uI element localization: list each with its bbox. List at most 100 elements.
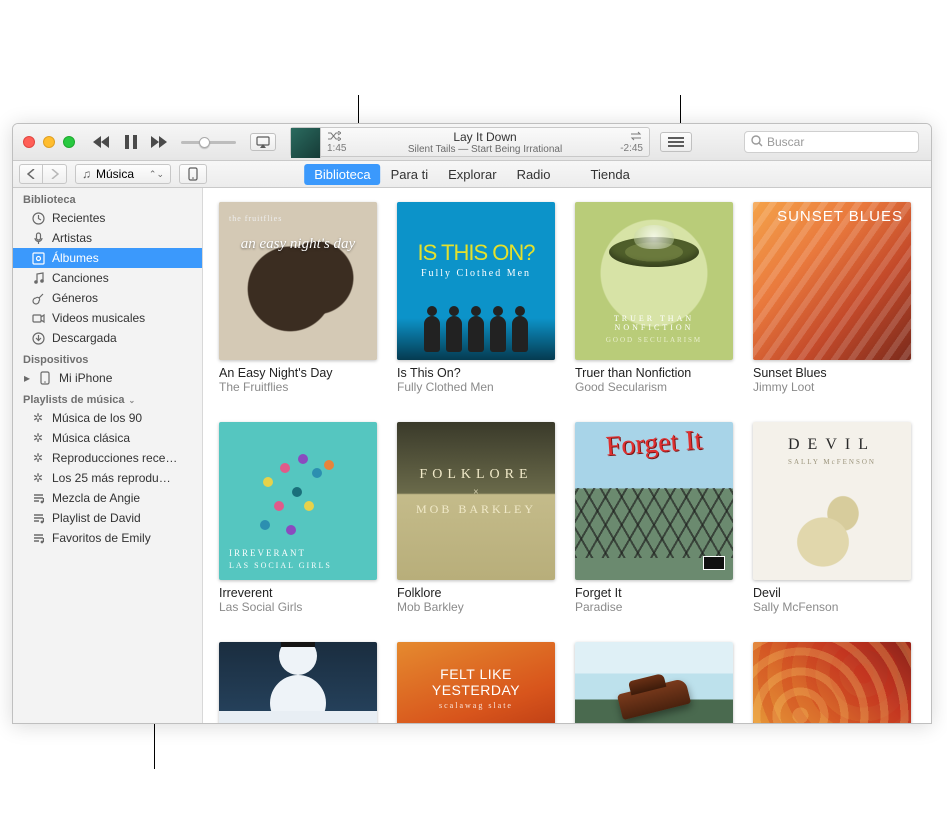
sidebar-item-label: Canciones (52, 271, 192, 285)
sidebar-header-playlists[interactable]: Playlists de música ⌄ (13, 388, 202, 408)
volume-slider[interactable] (181, 141, 236, 144)
album-item[interactable] (753, 642, 911, 723)
sidebar-item-artistas[interactable]: Artistas (13, 228, 202, 248)
forward-button[interactable] (43, 164, 67, 184)
sidebar-item-recientes[interactable]: Recientes (13, 208, 202, 228)
sidebar-item-albumes[interactable]: Álbumes (13, 248, 202, 268)
tab-biblioteca[interactable]: Biblioteca (304, 164, 380, 185)
album-cover[interactable]: DEVIL SALLY McFENSON (753, 422, 911, 580)
search-field[interactable]: Buscar (744, 131, 919, 153)
album-item[interactable] (575, 642, 733, 723)
sidebar-item-label: Mezcla de Angie (52, 491, 192, 505)
album-item[interactable]: the fruitflies an easy night's day An Ea… (219, 202, 377, 394)
now-playing-display[interactable]: Lay It Down Silent Tails — Start Being I… (290, 127, 650, 157)
album-cover[interactable]: IRREVERANT LAS SOCIAL GIRLS (219, 422, 377, 580)
previous-track-button[interactable] (93, 135, 111, 149)
album-item[interactable]: FELT LIKE YESTERDAY scalawag slate (397, 642, 555, 723)
music-icon: ♫ (82, 167, 91, 181)
tab-explorar[interactable]: Explorar (438, 164, 506, 185)
sidebar-item-generos[interactable]: Géneros (13, 288, 202, 308)
album-cover[interactable] (753, 642, 911, 723)
tab-radio[interactable]: Radio (507, 164, 561, 185)
album-item[interactable]: TRUER THAN NONFICTION GOOD SECULARISM Tr… (575, 202, 733, 394)
album-cover[interactable]: TRUER THAN NONFICTION GOOD SECULARISM (575, 202, 733, 360)
sidebar-playlist[interactable]: Favoritos de Emily (13, 528, 202, 548)
disclosure-triangle-icon[interactable]: ▸ (23, 371, 31, 385)
parental-advisory-badge (703, 556, 725, 570)
chevron-updown-icon: ⌃⌄ (149, 169, 164, 180)
album-artist: Jimmy Loot (753, 380, 911, 394)
sidebar-playlist[interactable]: Mezcla de Angie (13, 488, 202, 508)
album-artist: Paradise (575, 600, 733, 614)
playlist-icon (31, 532, 45, 545)
sidebar-item-label: Música clásica (52, 431, 192, 445)
sidebar-playlist[interactable]: ✲ Música de los 90 (13, 408, 202, 428)
sidebar-header-dispositivos: Dispositivos (13, 348, 202, 368)
album-artist: Sally McFenson (753, 600, 911, 614)
album-artist: The Fruitflies (219, 380, 377, 394)
album-item[interactable]: IS THIS ON? Fully Clothed Men Is This On… (397, 202, 555, 394)
album-item[interactable]: HOLIDAY STANDARDS (219, 642, 377, 723)
pause-button[interactable] (125, 135, 137, 149)
playlist-icon (31, 512, 45, 525)
sidebar-item-descargada[interactable]: Descargada (13, 328, 202, 348)
gear-playlist-icon: ✲ (31, 411, 45, 425)
album-cover[interactable]: FOLKLORE × MOB BARKLEY (397, 422, 555, 580)
sidebar-item-label: Descargada (52, 331, 192, 345)
album-title: Sunset Blues (753, 366, 911, 380)
search-placeholder: Buscar (767, 135, 804, 149)
microphone-icon (31, 232, 45, 245)
album-grid[interactable]: the fruitflies an easy night's day An Ea… (203, 188, 931, 723)
album-item[interactable]: FOLKLORE × MOB BARKLEY Folklore Mob Bark… (397, 422, 555, 614)
sidebar-item-label: Géneros (52, 291, 192, 305)
gear-playlist-icon: ✲ (31, 451, 45, 465)
back-button[interactable] (19, 164, 43, 184)
album-cover[interactable]: HOLIDAY STANDARDS (219, 642, 377, 723)
sidebar-item-label: Videos musicales (52, 311, 192, 325)
remaining-time: -2:45 (620, 143, 643, 154)
zoom-window-button[interactable] (63, 136, 75, 148)
album-cover[interactable] (575, 642, 733, 723)
sidebar-playlist[interactable]: ✲Música clásica (13, 428, 202, 448)
tab-para-ti[interactable]: Para ti (381, 164, 439, 185)
album-cover[interactable]: Forget It (575, 422, 733, 580)
window-controls (23, 136, 75, 148)
sidebar-item-videos[interactable]: Videos musicales (13, 308, 202, 328)
minimize-window-button[interactable] (43, 136, 55, 148)
main-tabs: Biblioteca Para ti Explorar Radio Tienda (304, 164, 640, 185)
album-cover[interactable]: IS THIS ON? Fully Clothed Men (397, 202, 555, 360)
sidebar-playlist[interactable]: Playlist de David (13, 508, 202, 528)
media-type-label: Música (96, 167, 134, 181)
album-title: An Easy Night's Day (219, 366, 377, 380)
album-item[interactable]: Forget It Forget It Paradise (575, 422, 733, 614)
album-title: Folklore (397, 586, 555, 600)
album-item[interactable]: IRREVERANT LAS SOCIAL GIRLS Irreverent L… (219, 422, 377, 614)
album-item[interactable]: DEVIL SALLY McFENSON Devil Sally McFenso… (753, 422, 911, 614)
search-icon (751, 135, 763, 150)
sidebar-device-label: Mi iPhone (59, 371, 192, 385)
note-icon (31, 272, 45, 285)
playlist-icon (31, 492, 45, 505)
album-cover[interactable]: FELT LIKE YESTERDAY scalawag slate (397, 642, 555, 723)
tab-tienda[interactable]: Tienda (581, 164, 640, 185)
up-next-button[interactable] (660, 132, 692, 152)
sidebar-playlist[interactable]: ✲Reproducciones rece… (13, 448, 202, 468)
album-item[interactable]: SUNSET BLUES Sunset Blues Jimmy Loot (753, 202, 911, 394)
album-cover[interactable]: the fruitflies an easy night's day (219, 202, 377, 360)
media-type-selector[interactable]: ♫ Música ⌃⌄ (75, 164, 171, 184)
close-window-button[interactable] (23, 136, 35, 148)
device-button[interactable] (179, 164, 207, 184)
next-track-button[interactable] (151, 135, 169, 149)
navigation-toolbar: ♫ Música ⌃⌄ Biblioteca Para ti Explorar … (13, 161, 931, 188)
iphone-icon (38, 371, 52, 385)
download-icon (31, 332, 45, 345)
album-title: Devil (753, 586, 911, 600)
airplay-button[interactable] (250, 133, 276, 151)
sidebar-item-label: Música de los 90 (52, 411, 192, 425)
album-cover[interactable]: SUNSET BLUES (753, 202, 911, 360)
now-playing-artwork (291, 128, 321, 158)
sidebar-playlist[interactable]: ✲Los 25 más reprodu… (13, 468, 202, 488)
sidebar-device-iphone[interactable]: ▸ Mi iPhone (13, 368, 202, 388)
album-artist: Good Secularism (575, 380, 733, 394)
sidebar-item-canciones[interactable]: Canciones (13, 268, 202, 288)
